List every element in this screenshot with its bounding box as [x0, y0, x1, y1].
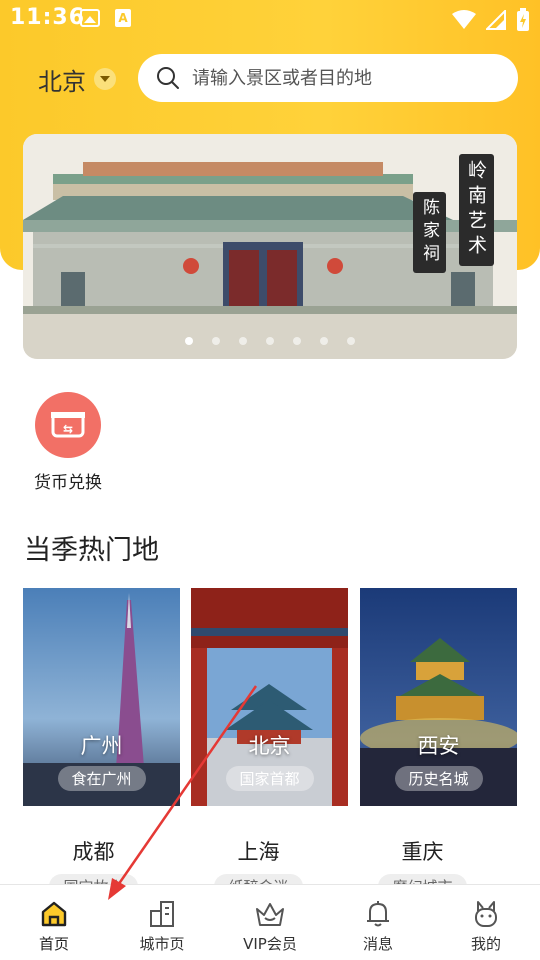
currency-exchange-icon: ⇆ [35, 392, 101, 458]
search-input[interactable] [192, 67, 512, 89]
carousel-dot[interactable] [185, 337, 193, 345]
carousel-dot[interactable] [320, 337, 328, 345]
search-icon [157, 67, 179, 89]
wifi-icon [452, 10, 476, 29]
quick-entry-label: 货币兑换 [34, 473, 102, 493]
city-name: 北京 [38, 67, 86, 96]
destination-city: 西安 [417, 734, 460, 758]
image-notification-icon [80, 9, 100, 27]
chevron-down-icon [94, 68, 116, 90]
nav-label: 我的 [470, 935, 501, 953]
home-icon [41, 901, 67, 927]
carousel-dot[interactable] [212, 337, 220, 345]
destination-tag: 食在广州 [57, 766, 146, 791]
destination-city: 广州 [80, 734, 123, 758]
city-icon [150, 901, 174, 927]
banner-title-main: 岭南艺术 [459, 154, 494, 266]
banner-carousel[interactable]: 岭南艺术 陈家祠 [23, 134, 517, 359]
carousel-dot[interactable] [266, 337, 274, 345]
profile-icon [475, 901, 497, 927]
destination-card-guangzhou[interactable]: 广州 食在广州 [23, 588, 180, 806]
nav-city[interactable]: 城市页 [108, 885, 216, 960]
destination-tag: 国家首都 [225, 766, 314, 791]
status-time: 11:36 [10, 5, 86, 30]
bell-icon [367, 901, 389, 927]
nav-label: VIP会员 [243, 935, 297, 953]
destination-city: 重庆 [401, 840, 444, 864]
nav-label: 首页 [38, 935, 69, 953]
svg-text:⇆: ⇆ [63, 422, 73, 436]
status-bar: 11:36 A [0, 0, 540, 40]
destination-city: 北京 [248, 734, 291, 758]
nav-label: 消息 [362, 935, 393, 953]
currency-exchange-button[interactable]: ⇆ 货币兑换 [28, 392, 108, 493]
destination-card-beijing[interactable]: 北京 国家首都 [191, 588, 348, 806]
search-bar[interactable] [138, 54, 518, 102]
bottom-nav: 首页 城市页 VIP会员 消息 我的 [0, 884, 540, 960]
crown-icon [256, 903, 284, 926]
nav-messages[interactable]: 消息 [324, 885, 432, 960]
nav-label: 城市页 [139, 935, 185, 953]
carousel-dot[interactable] [347, 337, 355, 345]
carousel-dot[interactable] [239, 337, 247, 345]
banner-title-sub: 陈家祠 [413, 192, 446, 273]
battery-icon [517, 8, 529, 31]
carousel-dot[interactable] [293, 337, 301, 345]
destination-city: 成都 [72, 840, 115, 864]
nav-vip[interactable]: VIP会员 [216, 885, 324, 960]
nav-profile[interactable]: 我的 [432, 885, 540, 960]
section-title: 当季热门地 [24, 535, 159, 566]
signal-icon [486, 10, 506, 30]
app-notification-icon: A [115, 9, 131, 27]
carousel-dots [23, 337, 517, 345]
nav-home[interactable]: 首页 [0, 885, 108, 960]
city-selector[interactable]: 北京 [38, 62, 116, 96]
destination-tag: 历史名城 [394, 766, 483, 791]
destination-city: 上海 [237, 840, 280, 864]
destination-card-xian[interactable]: 西安 历史名城 [360, 588, 517, 806]
